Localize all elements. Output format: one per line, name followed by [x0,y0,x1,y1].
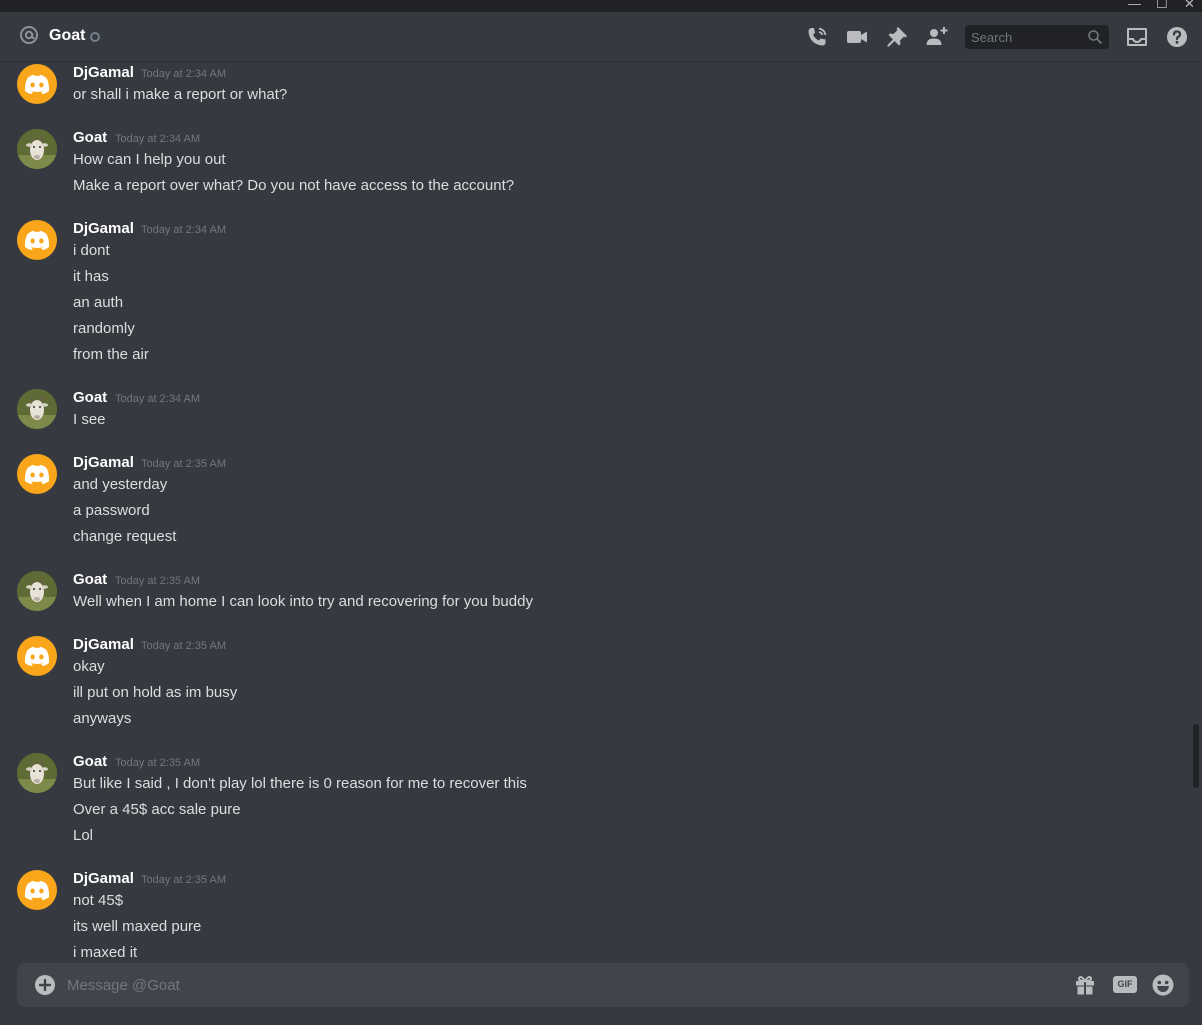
message-text: i dont [73,242,110,259]
help-icon[interactable] [1165,25,1189,49]
window-titlebar: — ☐ ✕ [0,0,1202,12]
offline-status-icon [90,32,100,42]
message-text: a password [73,502,150,519]
avatar-discord-logo-icon[interactable] [17,64,57,104]
gift-icon[interactable] [1073,973,1097,997]
message-text: an auth [73,294,124,311]
message-text: Lol [73,827,94,844]
message-author[interactable]: Goat [73,571,107,588]
scrollbar-thumb[interactable] [1193,724,1199,788]
message-author[interactable]: DjGamal [73,870,134,887]
message-timestamp: Today at 2:34 AM [115,393,200,405]
message-author[interactable]: DjGamal [73,220,134,237]
call-icon[interactable] [805,25,829,49]
pin-icon[interactable] [885,25,909,49]
message-timestamp: Today at 2:35 AM [141,874,226,886]
message-text: But like I said , I don't play lol there… [73,775,527,792]
message-text: randomly [73,320,135,337]
video-icon[interactable] [845,25,869,49]
minimize-button[interactable]: — [1128,0,1141,11]
message-composer: GIF [17,963,1189,1007]
message-text: Well when I am home I can look into try … [73,593,533,610]
search-icon[interactable] [1087,29,1103,45]
at-icon [20,26,38,44]
search-placeholder: Search [971,30,1013,45]
avatar-discord-logo-icon[interactable] [17,870,57,910]
message-timestamp: Today at 2:35 AM [141,640,226,652]
search-box[interactable]: Search [965,25,1109,49]
message-timestamp: Today at 2:34 AM [141,68,226,80]
message-author[interactable]: Goat [73,753,107,770]
message-text: and yesterday [73,476,168,493]
message-timestamp: Today at 2:35 AM [115,575,200,587]
message-timestamp: Today at 2:35 AM [115,757,200,769]
avatar-goat-photo[interactable] [17,129,57,169]
message-text: from the air [73,346,149,363]
emoji-icon[interactable] [1151,973,1175,997]
message-list[interactable]: DjGamal Today at 2:34 AM or shall i make a… [0,62,1192,960]
avatar-goat-photo[interactable] [17,389,57,429]
message-text: or shall i make a report or what? [73,86,288,103]
message-text: okay [73,658,105,675]
plus-icon[interactable] [34,974,56,996]
message-timestamp: Today at 2:34 AM [115,133,200,145]
maximize-button[interactable]: ☐ [1156,0,1168,11]
channel-header: Goat Search [0,12,1202,62]
message-text: ill put on hold as im busy [73,684,238,701]
avatar-goat-photo[interactable] [17,753,57,793]
add-member-icon[interactable] [925,25,949,49]
message-author[interactable]: Goat [73,129,107,146]
gif-icon[interactable]: GIF [1113,976,1137,993]
avatar-discord-logo-icon[interactable] [17,220,57,260]
message-author[interactable]: DjGamal [73,636,134,653]
message-author[interactable]: DjGamal [73,454,134,471]
avatar-discord-logo-icon[interactable] [17,636,57,676]
recipient-name: Goat [49,27,86,44]
message-text: Make a report over what? Do you not have… [73,177,515,194]
message-text: not 45$ [73,892,124,909]
message-text: I see [73,411,106,428]
message-text: i maxed it [73,944,138,960]
message-input[interactable] [67,963,1047,1007]
message-text: Over a 45$ acc sale pure [73,801,241,818]
avatar-goat-photo[interactable] [17,571,57,611]
scrollbar[interactable] [1192,62,1200,960]
avatar-discord-logo-icon[interactable] [17,454,57,494]
message-text: its well maxed pure [73,918,202,935]
message-text: it has [73,268,109,285]
message-timestamp: Today at 2:34 AM [141,224,226,236]
message-author[interactable]: Goat [73,389,107,406]
message-text: anyways [73,710,132,727]
inbox-icon[interactable] [1125,25,1149,49]
message-text: How can I help you out [73,151,226,168]
message-author[interactable]: DjGamal [73,64,134,81]
close-window-button[interactable]: ✕ [1184,0,1195,11]
message-timestamp: Today at 2:35 AM [141,458,226,470]
message-text: change request [73,528,177,545]
